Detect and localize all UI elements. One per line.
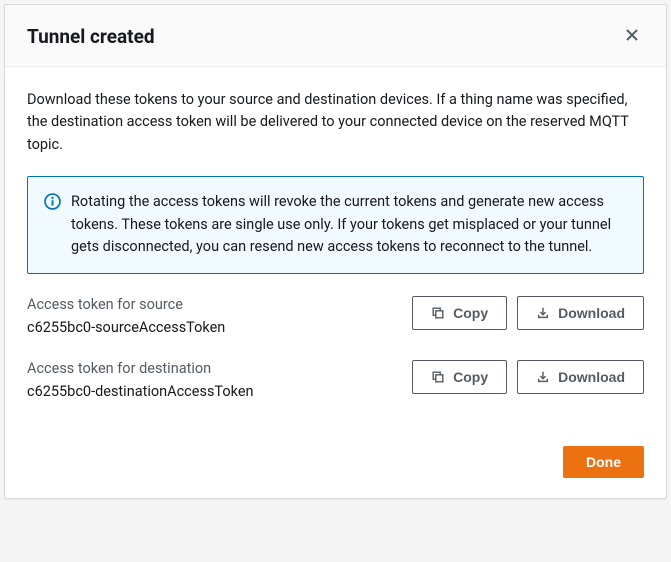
close-button[interactable] — [620, 23, 644, 50]
source-token-value: c6255bc0-sourceAccessToken — [27, 319, 396, 336]
download-source-button[interactable]: Download — [517, 296, 644, 330]
description-text: Download these tokens to your source and… — [27, 89, 644, 156]
done-button[interactable]: Done — [563, 446, 644, 478]
copy-icon — [431, 306, 445, 320]
download-label: Download — [558, 369, 625, 385]
destination-token-info: Access token for destination c6255bc0-de… — [27, 360, 396, 400]
copy-destination-button[interactable]: Copy — [412, 360, 507, 394]
download-icon — [536, 370, 550, 384]
source-token-actions: Copy Download — [412, 296, 644, 330]
destination-token-label: Access token for destination — [27, 360, 396, 377]
copy-source-button[interactable]: Copy — [412, 296, 507, 330]
modal-title: Tunnel created — [27, 25, 155, 48]
copy-label: Copy — [453, 305, 488, 321]
info-text: Rotating the access tokens will revoke t… — [71, 191, 627, 258]
source-token-info: Access token for source c6255bc0-sourceA… — [27, 296, 396, 336]
modal-body: Download these tokens to your source and… — [5, 67, 666, 434]
modal-header: Tunnel created — [5, 5, 666, 67]
info-icon — [44, 193, 61, 210]
destination-token-row: Access token for destination c6255bc0-de… — [27, 360, 644, 400]
modal-footer: Done — [5, 434, 666, 498]
tunnel-created-modal: Tunnel created Download these tokens to … — [4, 4, 667, 499]
source-token-row: Access token for source c6255bc0-sourceA… — [27, 296, 644, 336]
copy-icon — [431, 370, 445, 384]
download-label: Download — [558, 305, 625, 321]
info-notice: Rotating the access tokens will revoke t… — [27, 176, 644, 273]
close-icon — [624, 27, 640, 43]
download-destination-button[interactable]: Download — [517, 360, 644, 394]
source-token-label: Access token for source — [27, 296, 396, 313]
download-icon — [536, 306, 550, 320]
destination-token-value: c6255bc0-destinationAccessToken — [27, 383, 396, 400]
copy-label: Copy — [453, 369, 488, 385]
destination-token-actions: Copy Download — [412, 360, 644, 394]
